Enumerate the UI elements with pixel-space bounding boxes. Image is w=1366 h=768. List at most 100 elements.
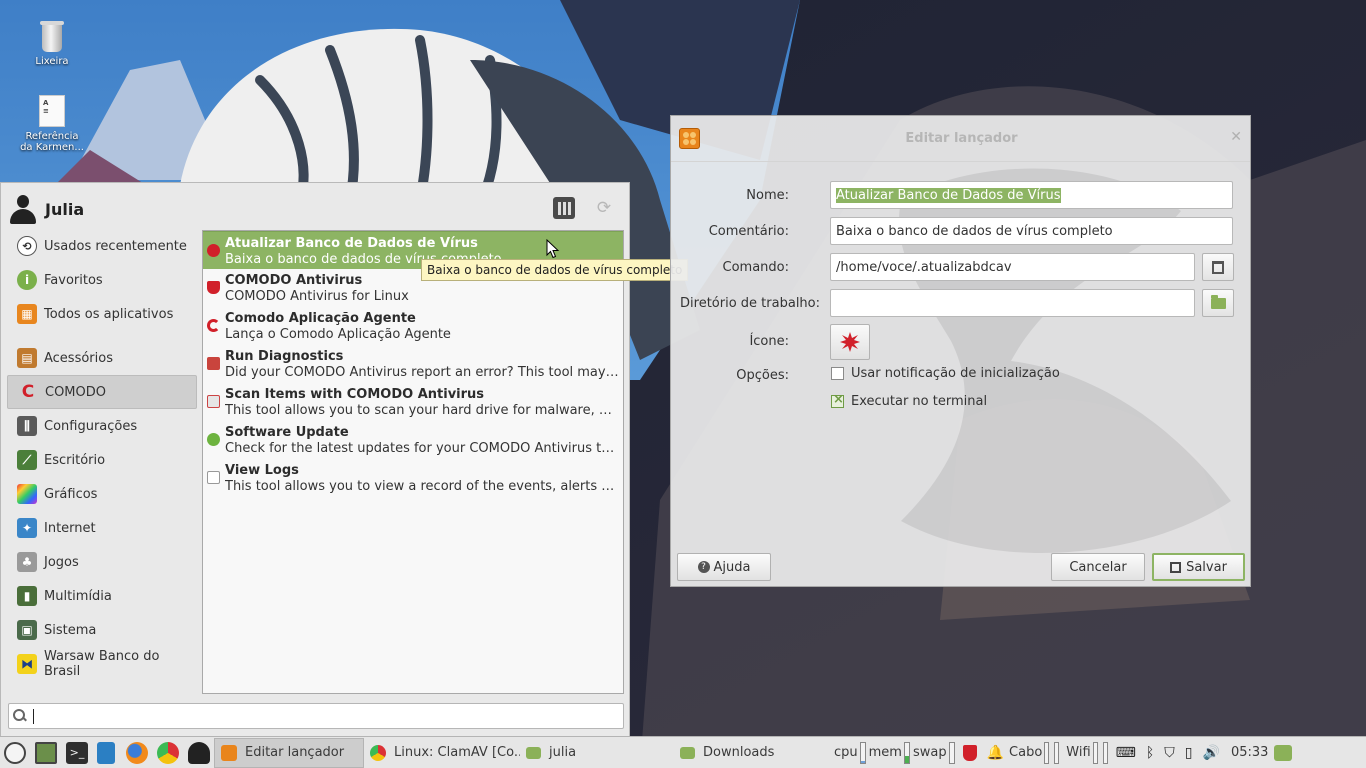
dialog-title: Editar lançador — [905, 131, 1018, 146]
app-desc: Check for the latest updates for your CO… — [225, 441, 619, 456]
category-label: Acessórios — [44, 350, 113, 366]
system-icon: ▣ — [17, 620, 37, 640]
run-in-terminal-option[interactable]: Executar no terminal — [831, 392, 987, 409]
dialog-titlebar: Editar lançador ✕ — [671, 116, 1250, 162]
launcher-editor-icon — [221, 744, 237, 761]
help-button[interactable]: ? Ajuda — [677, 553, 771, 581]
reload-icon: ⟳ — [596, 198, 612, 218]
app-desc: This tool allows you to view a record of… — [225, 479, 619, 494]
menu-settings-button[interactable] — [553, 197, 575, 219]
search-icon — [13, 709, 27, 723]
desktop-icon-reference[interactable]: A ≡ Referência da Karmen... — [20, 95, 84, 153]
cancel-button[interactable]: Cancelar — [1051, 553, 1145, 581]
category-warsaw[interactable]: ⧓ Warsaw Banco do Brasil — [7, 647, 197, 681]
category-label: Favoritos — [44, 272, 103, 288]
clock[interactable]: 05:33 — [1231, 745, 1268, 760]
comodo-tray-icon[interactable] — [962, 744, 977, 761]
task-julia-folder[interactable]: julia — [520, 738, 674, 768]
category-multimedia[interactable]: ▮ Multimídia — [7, 579, 197, 613]
option-label: Usar notificação de inicialização — [851, 366, 1060, 381]
mint-menu-icon[interactable] — [4, 741, 26, 764]
category-list: ⟲ Usados recentemente i Favoritos ▦ Todo… — [7, 229, 197, 681]
tux-icon[interactable] — [188, 741, 210, 764]
category-label: Escritório — [44, 452, 106, 468]
category-graphics[interactable]: Gráficos — [7, 477, 197, 511]
desktop-icon-label: Lixeira — [35, 56, 69, 67]
category-internet[interactable]: ✦ Internet — [7, 511, 197, 545]
mem-meter — [903, 741, 910, 764]
startup-notify-checkbox[interactable] — [831, 367, 844, 380]
menu-user-name: Julia — [45, 199, 85, 219]
task-label: Downloads — [703, 745, 775, 760]
user-icon — [9, 194, 37, 224]
command-field[interactable]: /home/voce/.atualizabdcav — [830, 253, 1195, 281]
app-item-software-update[interactable]: Software Update Check for the latest upd… — [203, 421, 623, 459]
menu-reload-button[interactable]: ⟳ — [593, 197, 615, 219]
name-value: Atualizar Banco de Dados de Vírus — [836, 187, 1061, 203]
category-office[interactable]: ⟋ Escritório — [7, 443, 197, 477]
task-label: Editar lançador — [245, 745, 345, 760]
show-desktop-icon[interactable] — [35, 741, 57, 764]
category-favorites[interactable]: i Favoritos — [7, 263, 197, 297]
clock-icon: ⟲ — [17, 236, 37, 256]
category-settings[interactable]: ⫼ Configurações — [7, 409, 197, 443]
name-field[interactable]: Atualizar Banco de Dados de Vírus — [830, 181, 1233, 209]
edit-launcher-dialog: Editar lançador ✕ Nome: Atualizar Banco … — [670, 115, 1251, 587]
help-icon: ? — [697, 561, 710, 573]
save-icon — [1170, 561, 1182, 573]
internet-icon: ✦ — [17, 518, 37, 538]
app-item-view-logs[interactable]: View Logs This tool allows you to view a… — [203, 459, 623, 497]
task-editar-lancador[interactable]: Editar lançador — [214, 737, 364, 768]
desktop-icon-trash[interactable]: Lixeira — [20, 21, 84, 67]
wifi-label: Wifi — [1066, 745, 1091, 760]
category-all-apps[interactable]: ▦ Todos os aplicativos — [7, 297, 197, 331]
wifi-meter — [1092, 741, 1098, 764]
file-icon — [1212, 260, 1224, 274]
category-comodo[interactable]: C COMODO — [7, 375, 197, 409]
category-system[interactable]: ▣ Sistema — [7, 613, 197, 647]
category-label: Internet — [44, 520, 96, 536]
firefox-icon[interactable] — [126, 741, 148, 764]
show-desktop-corner-icon[interactable] — [1274, 744, 1293, 761]
bluetooth-icon[interactable]: ᛒ — [1146, 745, 1154, 761]
wired-meter — [1044, 741, 1050, 764]
category-games[interactable]: ♣ Jogos — [7, 545, 197, 579]
file-manager-icon[interactable] — [97, 741, 115, 764]
comment-field[interactable]: Baixa o banco de dados de vírus completo — [830, 217, 1233, 245]
category-recent[interactable]: ⟲ Usados recentemente — [7, 229, 197, 263]
category-accessories[interactable]: ▤ Acessórios — [7, 341, 197, 375]
task-chrome[interactable]: Linux: ClamAV [Co... — [364, 738, 520, 768]
save-button[interactable]: Salvar — [1152, 553, 1245, 581]
icon-picker-button[interactable] — [830, 324, 870, 360]
cancel-label: Cancelar — [1069, 559, 1127, 575]
app-item-run-diagnostics[interactable]: Run Diagnostics Did your COMODO Antiviru… — [203, 345, 623, 383]
browse-command-button[interactable] — [1202, 253, 1234, 281]
category-label: Todos os aplicativos — [44, 306, 174, 322]
comodo-shield-icon — [207, 281, 220, 294]
terminal-icon[interactable]: >_ — [66, 741, 88, 764]
task-downloads-folder[interactable]: Downloads — [674, 738, 834, 768]
notification-bell-icon[interactable]: 🔔 — [987, 745, 1004, 761]
comment-value: Baixa o banco de dados de vírus completo — [836, 223, 1113, 239]
browse-workdir-button[interactable] — [1202, 289, 1234, 317]
volume-icon[interactable]: 🔊 — [1203, 745, 1220, 761]
comment-label: Comentário: — [708, 224, 789, 239]
shield-icon[interactable]: ⛉ — [1164, 745, 1175, 761]
battery-icon[interactable]: ▯ — [1185, 745, 1193, 761]
app-title: Comodo Aplicação Agente — [225, 311, 416, 326]
app-item-scan-items[interactable]: Scan Items with COMODO Antivirus This to… — [203, 383, 623, 421]
run-in-terminal-checkbox[interactable] — [831, 392, 844, 408]
startup-notify-option[interactable]: Usar notificação de inicialização — [831, 366, 1060, 381]
name-label: Nome: — [746, 188, 789, 203]
close-icon[interactable]: ✕ — [1230, 129, 1242, 145]
workdir-field[interactable] — [830, 289, 1195, 317]
cpu-meter-fill — [860, 760, 865, 763]
chrome-icon[interactable] — [157, 741, 179, 764]
search-input[interactable] — [8, 703, 624, 729]
app-desc: Lança o Comodo Aplicação Agente — [225, 327, 451, 342]
app-desc: Did your COMODO Antivirus report an erro… — [225, 365, 619, 380]
chrome-icon — [370, 744, 386, 761]
app-item-comodo-agent[interactable]: Comodo Aplicação Agente Lança o Comodo A… — [203, 307, 623, 345]
keyboard-icon[interactable]: ⌨ — [1116, 745, 1136, 761]
wired-label: Cabo — [1009, 745, 1043, 760]
